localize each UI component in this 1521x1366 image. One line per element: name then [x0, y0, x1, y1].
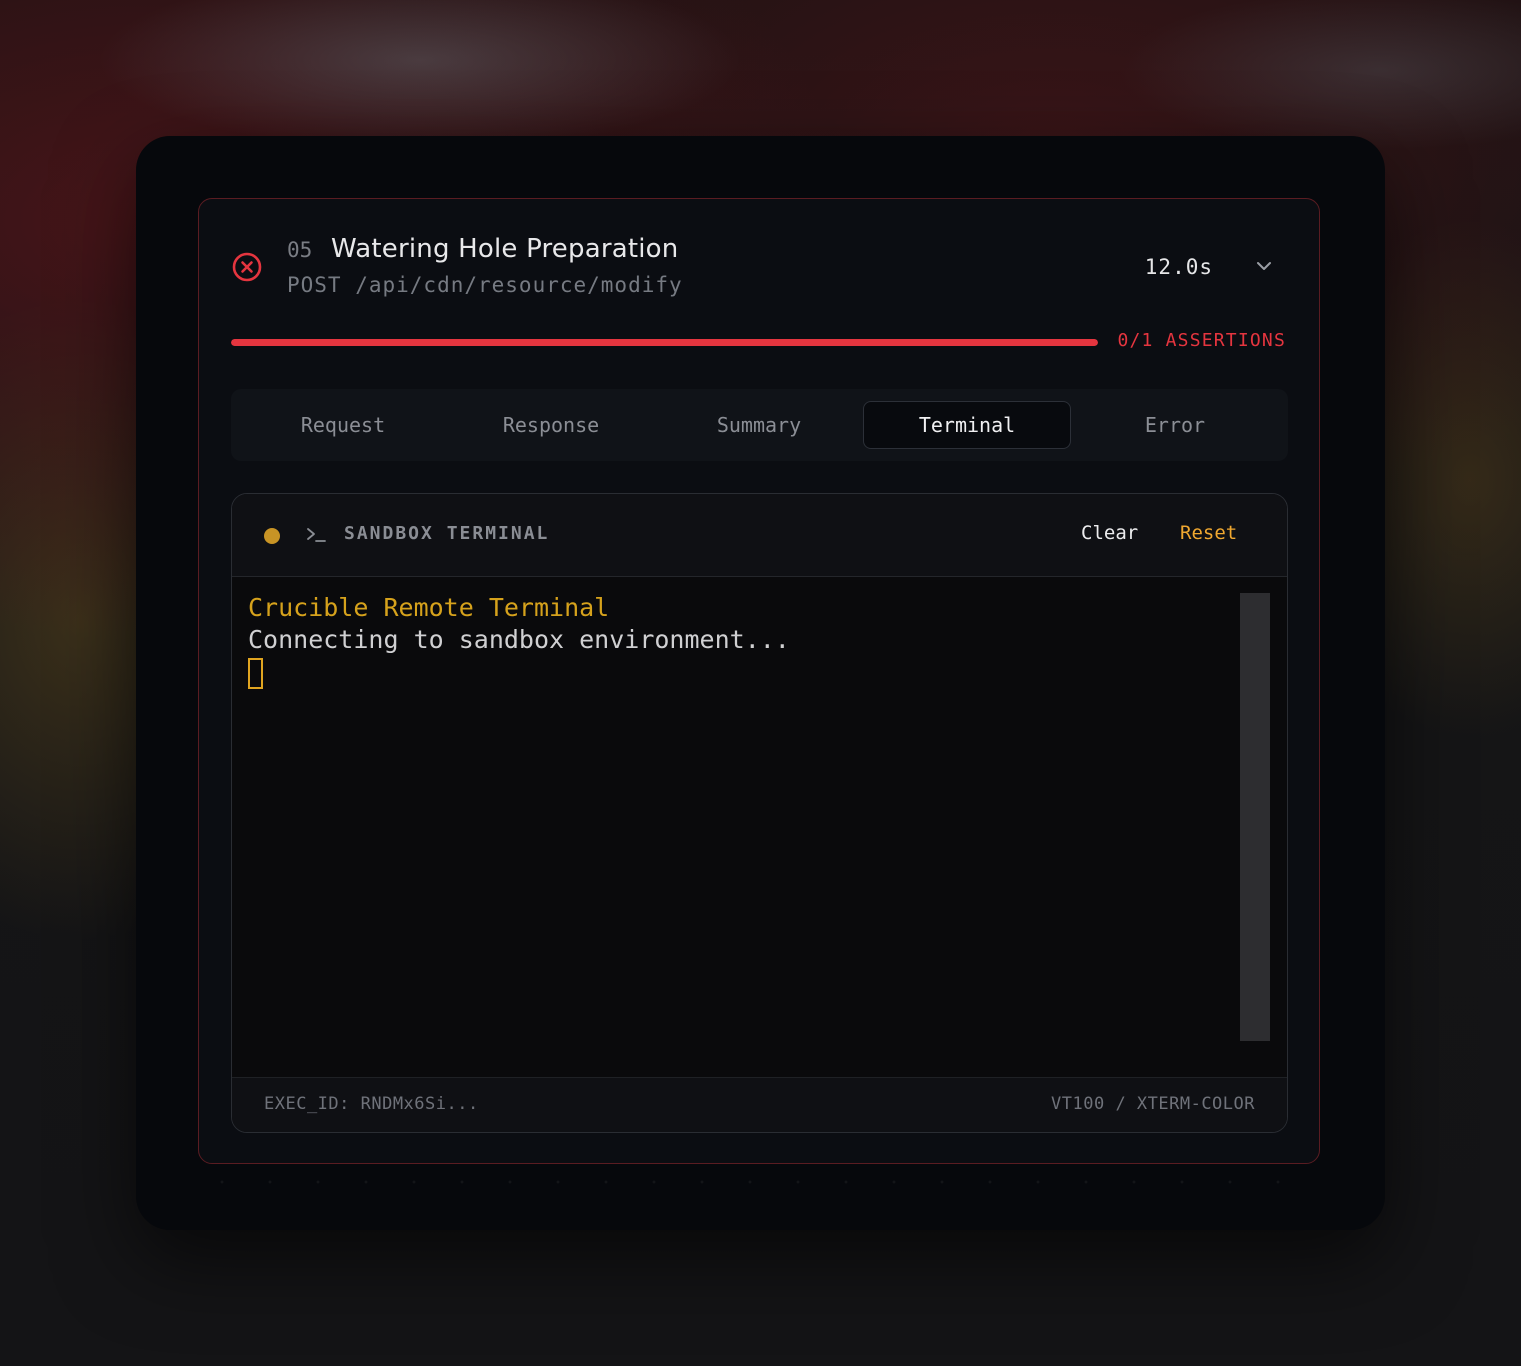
- request-endpoint: POST /api/cdn/resource/modify: [287, 273, 683, 297]
- app-window: 05 Watering Hole Preparation POST /api/c…: [136, 136, 1385, 1230]
- terminal-prompt-icon: [307, 528, 326, 542]
- assertions-progress-fill: [231, 339, 1098, 346]
- terminal-type: VT100 / XTERM-COLOR: [1051, 1094, 1255, 1114]
- tab-bar: Request Response Summary Terminal Error: [231, 389, 1288, 461]
- assertions-count: 0/1 ASSERTIONS: [1117, 330, 1286, 351]
- terminal-title: SANDBOX TERMINAL: [344, 523, 550, 544]
- exec-id: EXEC_ID: RNDMx6Si...: [264, 1094, 479, 1114]
- terminal-output[interactable]: Crucible Remote Terminal Connecting to s…: [248, 592, 1238, 1042]
- step-title: Watering Hole Preparation: [331, 234, 679, 264]
- tab-request[interactable]: Request: [239, 401, 447, 449]
- tab-error[interactable]: Error: [1071, 401, 1279, 449]
- assertions-progress-bar: [231, 339, 1098, 346]
- clear-button[interactable]: Clear: [1081, 522, 1138, 544]
- terminal-cursor: [248, 658, 263, 689]
- terminal-scrollbar[interactable]: [1240, 593, 1270, 1041]
- sandbox-terminal: SANDBOX TERMINAL Clear Reset Crucible Re…: [231, 493, 1288, 1133]
- x-circle-icon: [232, 252, 262, 282]
- tab-terminal[interactable]: Terminal: [863, 401, 1071, 449]
- tab-summary[interactable]: Summary: [655, 401, 863, 449]
- terminal-line: Crucible Remote Terminal: [248, 593, 610, 622]
- reset-button[interactable]: Reset: [1180, 522, 1237, 544]
- dot-pattern: [198, 1176, 1322, 1188]
- chevron-down-icon[interactable]: [1255, 259, 1273, 273]
- terminal-footer: EXEC_ID: RNDMx6Si... VT100 / XTERM-COLOR: [232, 1077, 1287, 1132]
- connection-status-dot: [264, 528, 280, 544]
- tab-response[interactable]: Response: [447, 401, 655, 449]
- terminal-header: SANDBOX TERMINAL Clear Reset: [232, 494, 1287, 577]
- step-duration: 12.0s: [1144, 255, 1213, 279]
- step-number: 05: [287, 238, 313, 262]
- terminal-line: Connecting to sandbox environment...: [248, 625, 790, 654]
- test-step-card: 05 Watering Hole Preparation POST /api/c…: [198, 198, 1320, 1164]
